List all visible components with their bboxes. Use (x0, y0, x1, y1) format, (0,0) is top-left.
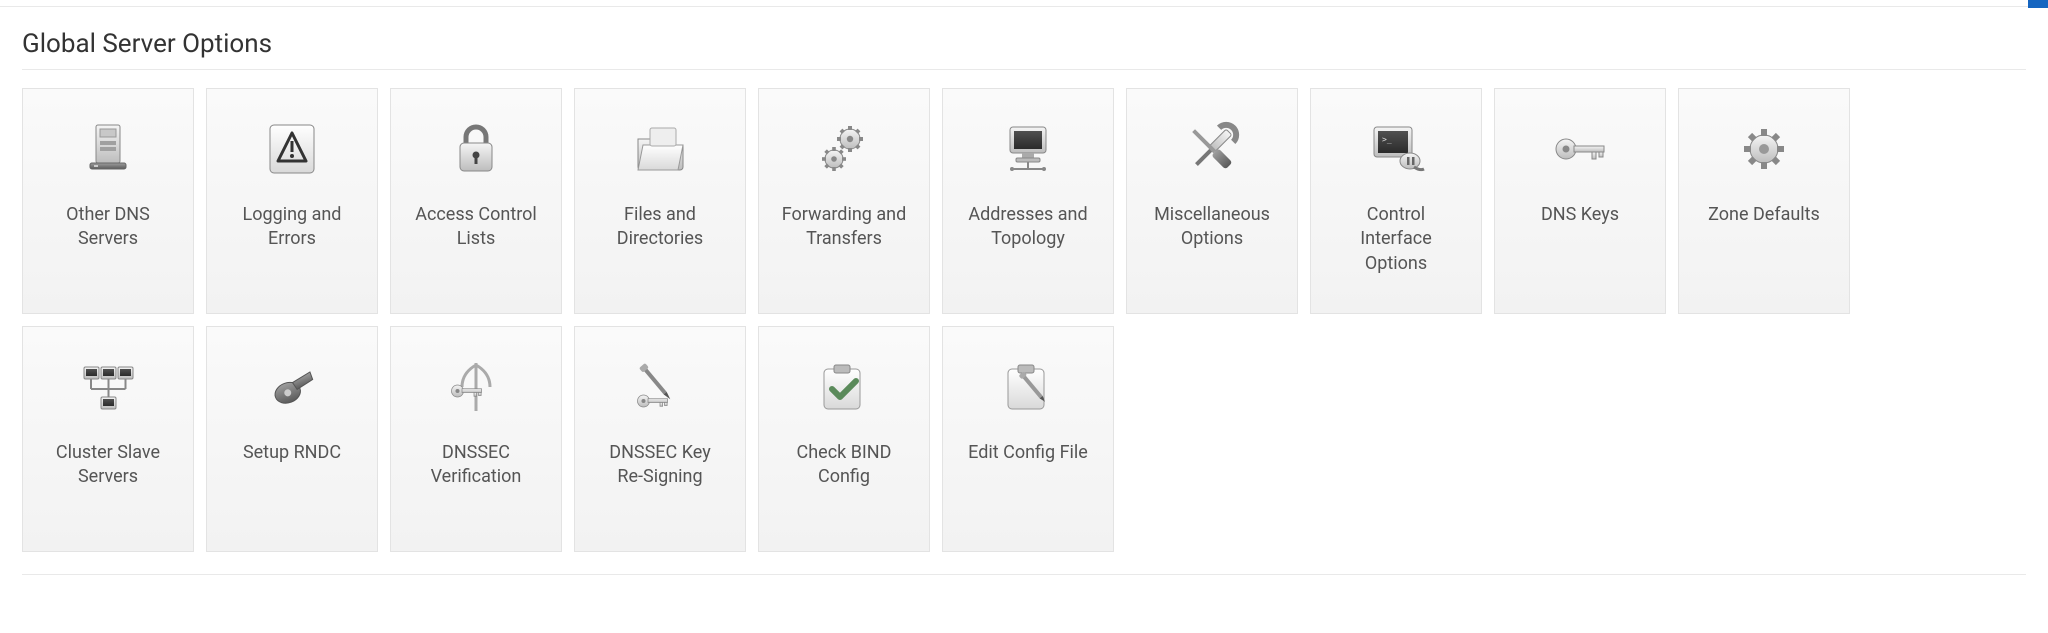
tile-label: Other DNS Servers (58, 203, 158, 252)
section-title: Global Server Options (22, 29, 2026, 59)
tile-label: Check BIND Config (789, 441, 900, 490)
server-icon (76, 117, 140, 181)
tile-label: DNSSEC Verification (423, 441, 530, 490)
tile-grid: Other DNS Servers Logging and Errors Acces… (22, 88, 2026, 552)
tile-label: Logging and Errors (235, 203, 350, 252)
tile-access-control-lists[interactable]: Access Control Lists (390, 88, 562, 314)
tile-logging-and-errors[interactable]: Logging and Errors (206, 88, 378, 314)
resign-key-icon (628, 355, 692, 419)
tile-control-interface-options[interactable]: Control Interface Options (1310, 88, 1482, 314)
tile-label: Files and Directories (609, 203, 711, 252)
divider-bottom (22, 574, 2026, 575)
gear-icon (1732, 117, 1796, 181)
tile-other-dns-servers[interactable]: Other DNS Servers (22, 88, 194, 314)
lock-icon (444, 117, 508, 181)
tile-label: Miscellaneous Options (1146, 203, 1278, 252)
tile-label: Control Interface Options (1352, 203, 1440, 276)
warning-icon (260, 117, 324, 181)
tools-icon (1180, 117, 1244, 181)
folder-icon (628, 117, 692, 181)
tile-cluster-slave-servers[interactable]: Cluster Slave Servers (22, 326, 194, 552)
terminal-plug-icon (1364, 117, 1428, 181)
tile-dnssec-verification[interactable]: DNSSEC Verification (390, 326, 562, 552)
top-bar (0, 0, 2048, 7)
divider-top (22, 69, 2026, 70)
gears-icon (812, 117, 876, 181)
tile-dnssec-key-re-signing[interactable]: DNSSEC Key Re-Signing (574, 326, 746, 552)
edit-config-icon (996, 355, 1060, 419)
tile-label: Setup RNDC (235, 441, 349, 465)
tile-zone-defaults[interactable]: Zone Defaults (1678, 88, 1850, 314)
tile-check-bind-config[interactable]: Check BIND Config (758, 326, 930, 552)
verify-key-icon (444, 355, 508, 419)
tile-label: Zone Defaults (1700, 203, 1828, 227)
monitor-net-icon (996, 117, 1060, 181)
check-config-icon (812, 355, 876, 419)
tile-label: Access Control Lists (407, 203, 545, 252)
cluster-icon (76, 355, 140, 419)
key-icon (1548, 117, 1612, 181)
tile-forwarding-and-transfers[interactable]: Forwarding and Transfers (758, 88, 930, 314)
tile-files-and-directories[interactable]: Files and Directories (574, 88, 746, 314)
tile-dns-keys[interactable]: DNS Keys (1494, 88, 1666, 314)
tile-edit-config-file[interactable]: Edit Config File (942, 326, 1114, 552)
whistle-icon (260, 355, 324, 419)
tile-label: DNSSEC Key Re-Signing (601, 441, 718, 490)
tile-label: Addresses and Topology (960, 203, 1095, 252)
tile-label: Cluster Slave Servers (48, 441, 168, 490)
tile-miscellaneous-options[interactable]: Miscellaneous Options (1126, 88, 1298, 314)
tile-label: Forwarding and Transfers (774, 203, 914, 252)
tile-setup-rndc[interactable]: Setup RNDC (206, 326, 378, 552)
tile-addresses-and-topology[interactable]: Addresses and Topology (942, 88, 1114, 314)
tile-label: DNS Keys (1533, 203, 1627, 227)
active-tab-marker (2028, 0, 2048, 8)
tile-label: Edit Config File (960, 441, 1096, 465)
